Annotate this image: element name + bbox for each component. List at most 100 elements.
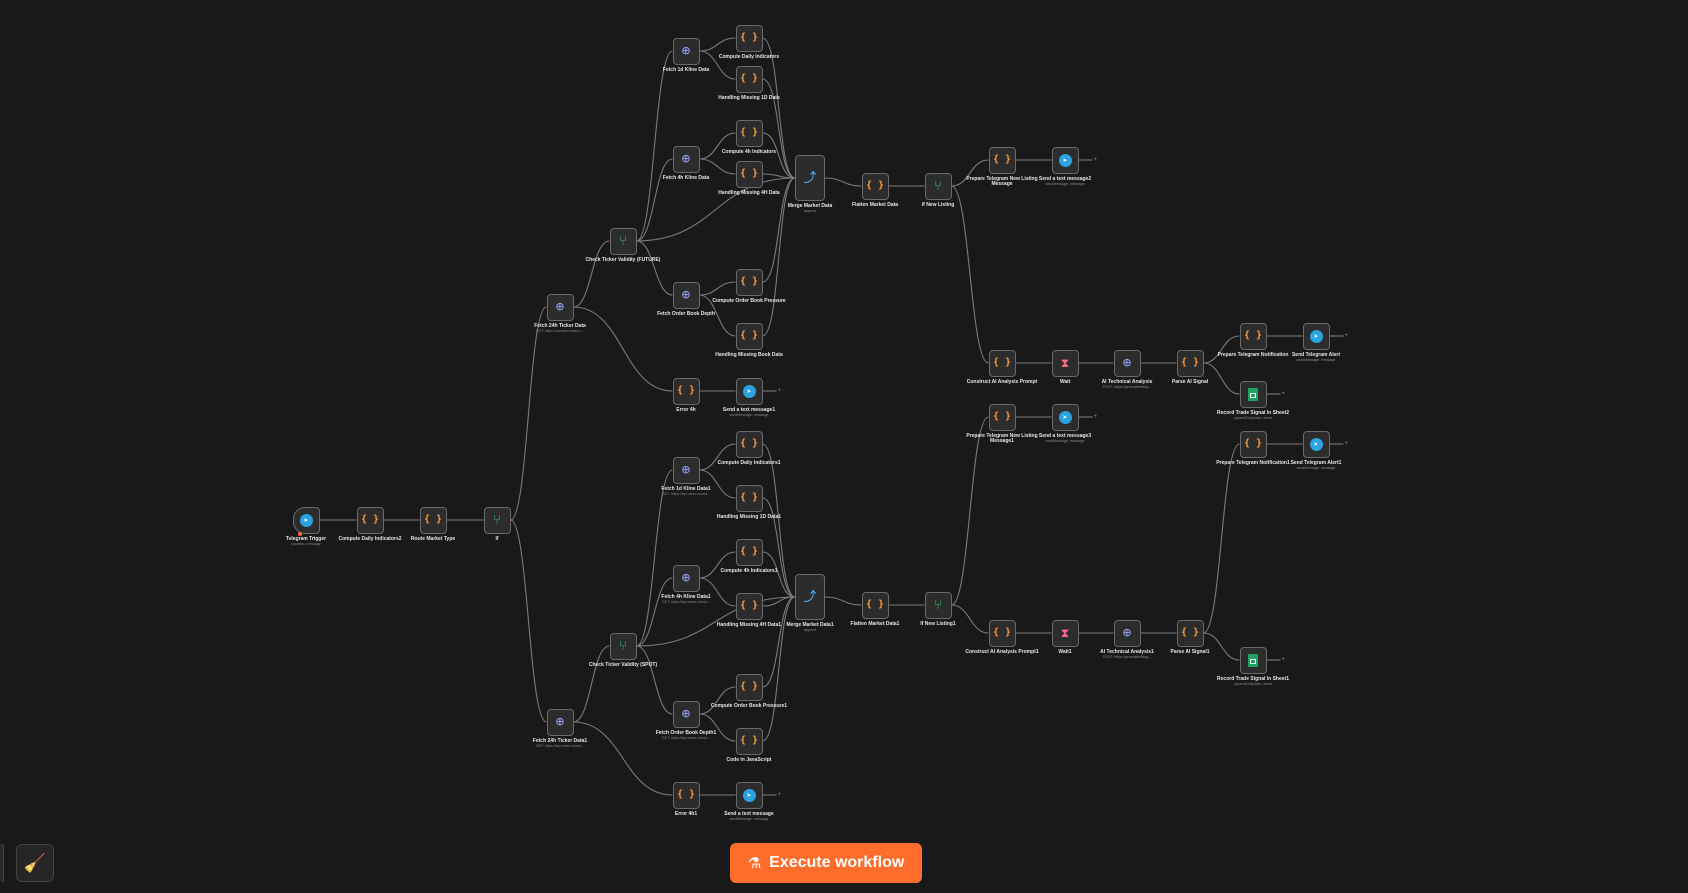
connection-fetch-order-book-depth1-to-compute-order-book-pressure1[interactable]: [699, 686, 736, 715]
node-handling-missing-book-data[interactable]: { }: [735, 322, 763, 350]
node-fetch-order-book-depth1[interactable]: ⊕: [672, 700, 700, 728]
node-handling-missing-4h-data[interactable]: { }: [735, 160, 763, 188]
node-route-market-type[interactable]: { }: [419, 506, 447, 534]
node-fetch-1d-kline-data[interactable]: ⊕: [672, 37, 700, 65]
connection-check-ticker-validity-futures-to-fetch-order-book-depth[interactable]: [636, 240, 673, 296]
node-compute-order-book-pressure1[interactable]: { }: [735, 673, 763, 701]
connection-fetch-1d-kline-data1-to-compute-daily-indicators1[interactable]: [699, 443, 736, 471]
connection-parse-ai-signal1-to-prepare-telegram-notification1[interactable]: [1203, 443, 1240, 634]
node-fetch-1d-kline-data1[interactable]: ⊕: [672, 456, 700, 484]
add-node-handle[interactable]: +: [1094, 414, 1098, 420]
node-prepare-telegram-notification[interactable]: { }: [1239, 322, 1267, 350]
node-handling-missing-1d-data[interactable]: { }: [735, 65, 763, 93]
connection-parse-ai-signal-to-prepare-telegram-notification[interactable]: [1203, 335, 1240, 364]
node-wait[interactable]: ⧗: [1051, 349, 1079, 377]
add-node-handle[interactable]: +: [778, 792, 782, 798]
workflow-canvas[interactable]: ➤ Telegram Trigger Updates: message { } Comp…: [0, 0, 1688, 888]
node-wait1[interactable]: ⧗: [1051, 619, 1079, 647]
node-ai-technical-analysis[interactable]: ⊕: [1113, 349, 1141, 377]
node-record-trade-signal-in-sheet2[interactable]: [1239, 380, 1267, 408]
node-send-telegram-alert[interactable]: ➤: [1302, 322, 1330, 350]
http-icon: ⊕: [681, 151, 691, 167]
node-fetch-order-book-depth[interactable]: ⊕: [672, 281, 700, 309]
connection-fetch-24h-ticker-data1-to-check-ticker-validity-spot[interactable]: [573, 645, 610, 723]
node-fetch-24h-ticker-data1[interactable]: ⊕: [546, 708, 574, 736]
node-check-ticker-validity-futures[interactable]: ⑂: [609, 227, 637, 255]
add-node-handle[interactable]: +: [1345, 441, 1349, 447]
node-flatten-market-data[interactable]: { }: [861, 172, 889, 200]
connection-code-in-javascript-to-merge-market-data1[interactable]: [762, 596, 796, 742]
connection-compute-4h-indicators-to-merge-market-data[interactable]: [762, 132, 796, 179]
connection-check-ticker-validity-futures-to-fetch-4h-kline-data[interactable]: [636, 158, 673, 242]
node-compute-daily-indicators1[interactable]: { }: [735, 430, 763, 458]
connection-merge-market-data-to-flatten-market-data[interactable]: [824, 177, 862, 187]
node-if-new-listing[interactable]: ⑂: [924, 172, 952, 200]
node-parse-ai-signal[interactable]: { }: [1176, 349, 1204, 377]
connection-if-to-fetch-24h-ticker-data[interactable]: [510, 306, 547, 521]
node-prepare-telegram-notification1[interactable]: { }: [1239, 430, 1267, 458]
add-node-handle[interactable]: +: [1345, 333, 1349, 339]
side-panel-edge[interactable]: [0, 844, 4, 882]
node-title: Parse AI Signal1: [1170, 648, 1210, 655]
connection-fetch-order-book-depth-to-compute-order-book-pressure[interactable]: [699, 281, 736, 296]
node-compute-4h-indicators[interactable]: { }: [735, 119, 763, 147]
node-ai-technical-analysis1[interactable]: ⊕: [1113, 619, 1141, 647]
node-error-4h[interactable]: { }: [672, 377, 700, 405]
connection-fetch-24h-ticker-data-to-error-4h[interactable]: [573, 306, 673, 392]
node-send-a-text-message3[interactable]: ➤: [1051, 403, 1079, 431]
connection-fetch-4h-kline-data-to-compute-4h-indicators[interactable]: [699, 132, 736, 160]
node-compute-daily-indicators[interactable]: { }: [735, 24, 763, 52]
node-error-4h1[interactable]: { }: [672, 781, 700, 809]
node-send-a-text-message2[interactable]: ➤: [1051, 146, 1079, 174]
node-if-new-listing1[interactable]: ⑂: [924, 591, 952, 619]
add-node-handle[interactable]: +: [1282, 657, 1286, 663]
node-send-a-text-message1[interactable]: ➤: [735, 377, 763, 405]
connection-check-ticker-validity-spot-to-fetch-order-book-depth1[interactable]: [636, 645, 673, 715]
connection-check-ticker-validity-spot-to-fetch-4h-kline-data1[interactable]: [636, 577, 673, 647]
node-construct-ai-analysis-prompt1[interactable]: { }: [988, 619, 1016, 647]
connection-if-to-fetch-24h-ticker-data1[interactable]: [510, 519, 547, 723]
node-if[interactable]: ⑂: [483, 506, 511, 534]
connection-compute-4h-indicators1-to-merge-market-data1[interactable]: [762, 551, 796, 598]
connection-merge-market-data1-to-flatten-market-data1[interactable]: [824, 596, 862, 606]
http-icon: ⊕: [1122, 355, 1132, 371]
node-construct-ai-analysis-prompt[interactable]: { }: [988, 349, 1016, 377]
node-fetch-4h-kline-data[interactable]: ⊕: [672, 145, 700, 173]
node-handling-missing-1d-data1[interactable]: { }: [735, 484, 763, 512]
node-compute-4h-indicators1[interactable]: { }: [735, 538, 763, 566]
node-telegram-trigger[interactable]: ➤: [292, 506, 320, 534]
connection-parse-ai-signal-to-record-trade-signal-in-sheet2[interactable]: [1203, 362, 1240, 395]
node-check-ticker-validity-spot[interactable]: ⑂: [609, 632, 637, 660]
connection-if-new-listing1-to-prepare-telegram-new-listing-message1[interactable]: [951, 416, 989, 606]
connection-fetch-24h-ticker-data-to-check-ticker-validity-futures[interactable]: [573, 240, 610, 308]
node-send-telegram-alert1[interactable]: ➤: [1302, 430, 1330, 458]
node-merge-market-data1[interactable]: ⤴: [795, 574, 825, 620]
add-node-handle[interactable]: +: [1094, 157, 1098, 163]
add-node-handle[interactable]: +: [778, 388, 782, 394]
connection-check-ticker-validity-futures-to-fetch-1d-kline-data[interactable]: [636, 50, 673, 242]
node-prepare-telegram-new-listing-message[interactable]: { }: [988, 146, 1016, 174]
connection-fetch-1d-kline-data-to-compute-daily-indicators[interactable]: [699, 37, 736, 52]
connection-parse-ai-signal1-to-record-trade-signal-in-sheet1[interactable]: [1203, 632, 1240, 661]
connection-if-new-listing-to-construct-ai-analysis-prompt[interactable]: [951, 185, 989, 364]
connection-fetch-4h-kline-data1-to-compute-4h-indicators1[interactable]: [699, 551, 736, 579]
add-node-handle[interactable]: +: [1282, 391, 1286, 397]
node-merge-market-data[interactable]: ⤴: [795, 155, 825, 201]
tidy-up-button[interactable]: 🧹: [16, 844, 54, 882]
connection-handling-missing-book-data-to-merge-market-data[interactable]: [762, 177, 796, 337]
node-send-a-text-message[interactable]: ➤: [735, 781, 763, 809]
connection-if-new-listing1-to-construct-ai-analysis-prompt1[interactable]: [951, 604, 989, 634]
execute-workflow-button[interactable]: ⚗ Execute workflow: [730, 843, 922, 883]
node-parse-ai-signal1[interactable]: { }: [1176, 619, 1204, 647]
node-record-trade-signal-in-sheet1[interactable]: [1239, 646, 1267, 674]
node-fetch-24h-ticker-data[interactable]: ⊕: [546, 293, 574, 321]
node-compute-order-book-pressure[interactable]: { }: [735, 268, 763, 296]
node-prepare-telegram-new-listing-message1[interactable]: { }: [988, 403, 1016, 431]
node-flatten-market-data1[interactable]: { }: [861, 591, 889, 619]
connection-fetch-4h-kline-data-to-handling-missing-4h-data[interactable]: [699, 158, 736, 175]
flask-icon: ⚗: [747, 854, 762, 872]
node-handling-missing-4h-data1[interactable]: { }: [735, 592, 763, 620]
node-fetch-4h-kline-data1[interactable]: ⊕: [672, 564, 700, 592]
node-code-in-javascript[interactable]: { }: [735, 727, 763, 755]
node-compute-daily-indicators2[interactable]: { }: [356, 506, 384, 534]
